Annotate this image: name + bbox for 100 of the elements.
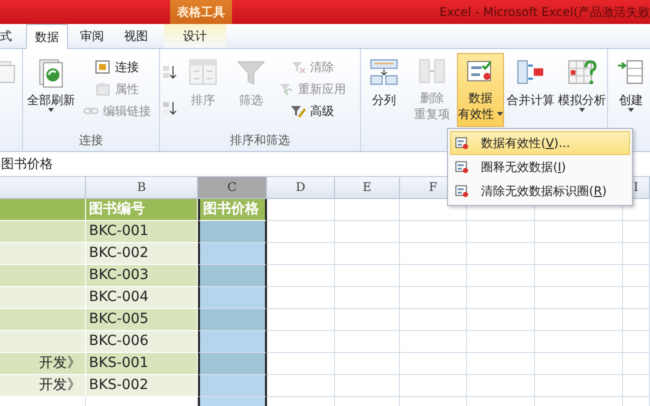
- table-cell: BKS-002: [86, 375, 198, 397]
- table-cell: [467, 243, 535, 265]
- table-cell: [400, 353, 467, 375]
- table-cell: [267, 265, 335, 287]
- context-tab-group: 表格工具: [170, 0, 232, 24]
- sort-ascending-icon: [161, 64, 177, 80]
- table-cell: [335, 243, 400, 265]
- table-cell: [467, 331, 535, 353]
- table-cell: [198, 243, 267, 265]
- table-cell: [467, 287, 535, 309]
- table-cell: 开发》: [0, 375, 86, 397]
- header-cell: 图书价格: [198, 199, 267, 221]
- table-cell: [467, 265, 535, 287]
- ribbon-button[interactable]: 全部刷新: [23, 53, 79, 127]
- table-cell: BKC-001: [86, 221, 198, 243]
- ribbon-tab[interactable]: 设计: [164, 24, 226, 48]
- table-cell: [267, 221, 335, 243]
- table-cell: [198, 265, 267, 287]
- column-header[interactable]: B: [86, 177, 198, 199]
- table-cell: [623, 265, 650, 287]
- table-cell: [267, 375, 335, 397]
- sort-descending-icon: [161, 100, 177, 116]
- table-cell: [335, 199, 400, 221]
- table-cell: [198, 375, 267, 397]
- column-header[interactable]: D: [267, 177, 335, 199]
- table-cell: [335, 265, 400, 287]
- menu-item[interactable]: 数据有效性(V)...: [450, 131, 630, 155]
- table-cell: [623, 309, 650, 331]
- table-cell: [267, 309, 335, 331]
- ribbon-button[interactable]: 模拟分析: [557, 53, 607, 127]
- table-cell: [623, 331, 650, 353]
- table-cell: [623, 243, 650, 265]
- header-cell: 图书编号: [86, 199, 198, 221]
- table-cell: [400, 265, 467, 287]
- table-cell: [467, 375, 535, 397]
- ribbon-tab[interactable]: 数据: [26, 24, 68, 49]
- ribbon-button[interactable]: 分列: [361, 53, 407, 127]
- table-cell: [198, 331, 267, 353]
- table-cell: [198, 287, 267, 309]
- table-cell: 开发》: [0, 353, 86, 375]
- caret-icon: [496, 112, 503, 116]
- table-cell: [335, 375, 400, 397]
- caret-icon: [48, 108, 54, 112]
- ribbon-button[interactable]: 高级: [289, 102, 335, 120]
- table-cell: [267, 287, 335, 309]
- table-cell: [623, 375, 650, 397]
- table-cell: BKC-004: [86, 287, 198, 309]
- table-cell: [267, 353, 335, 375]
- column-header[interactable]: E: [335, 177, 400, 199]
- formula-field[interactable]: 图书价格: [0, 155, 53, 173]
- table-cell: [400, 331, 467, 353]
- table-cell: BKC-002: [86, 243, 198, 265]
- caret-icon: [628, 108, 634, 112]
- table-cell: [400, 309, 467, 331]
- table-cell: [267, 199, 335, 221]
- advanced-filter-icon: [290, 103, 306, 119]
- table-cell: [467, 353, 535, 375]
- circle-invalid-icon: [455, 160, 469, 174]
- group-label: 连接: [79, 133, 103, 147]
- table-cell: BKC-005: [86, 309, 198, 331]
- table-cell: BKC-003: [86, 265, 198, 287]
- ribbon-tab[interactable]: 式: [0, 24, 20, 48]
- ribbon-button[interactable]: 连接: [94, 58, 140, 76]
- table-cell: [335, 353, 400, 375]
- table-cell: [335, 287, 400, 309]
- table-cell: [623, 353, 650, 375]
- menu-item[interactable]: 圈释无效数据(I): [450, 155, 630, 179]
- table-cell: [400, 375, 467, 397]
- ribbon-button[interactable]: [160, 63, 178, 81]
- table-cell: [335, 309, 400, 331]
- ribbon-button[interactable]: 创建: [608, 53, 650, 127]
- table-cell: [198, 221, 267, 243]
- table-cell: [335, 221, 400, 243]
- table-cell: [198, 309, 267, 331]
- properties-icon: [95, 81, 111, 97]
- group-label: 排序和筛选: [230, 133, 290, 147]
- ribbon-button[interactable]: 合并计算: [506, 53, 556, 127]
- connection-icon: [95, 59, 111, 75]
- ribbon-tab[interactable]: 审阅: [72, 24, 112, 48]
- table-cell: BKC-006: [86, 331, 198, 353]
- table-cell: [335, 331, 400, 353]
- table-cell: [467, 309, 535, 331]
- window-title: Excel - Microsoft Excel(产品激活失败: [438, 4, 650, 21]
- column-header[interactable]: C: [198, 177, 267, 199]
- clear-circles-icon: [455, 184, 469, 198]
- ribbon-tab[interactable]: 视图: [116, 24, 156, 48]
- table-cell: BKS-001: [86, 353, 198, 375]
- table-cell: [198, 353, 267, 375]
- table-cell: [267, 331, 335, 353]
- ribbon-button[interactable]: 数据 有效性: [457, 53, 504, 127]
- table-cell: [623, 221, 650, 243]
- validation-icon: [455, 136, 469, 150]
- table-cell: [467, 221, 535, 243]
- remove-duplicates-icon: [417, 58, 447, 86]
- caret-icon: [579, 108, 586, 112]
- table-cell: [267, 243, 335, 265]
- reapply-filter-icon: [278, 81, 294, 97]
- table-cell: [623, 287, 650, 309]
- table-cell: [400, 243, 467, 265]
- ribbon-button[interactable]: [160, 99, 178, 117]
